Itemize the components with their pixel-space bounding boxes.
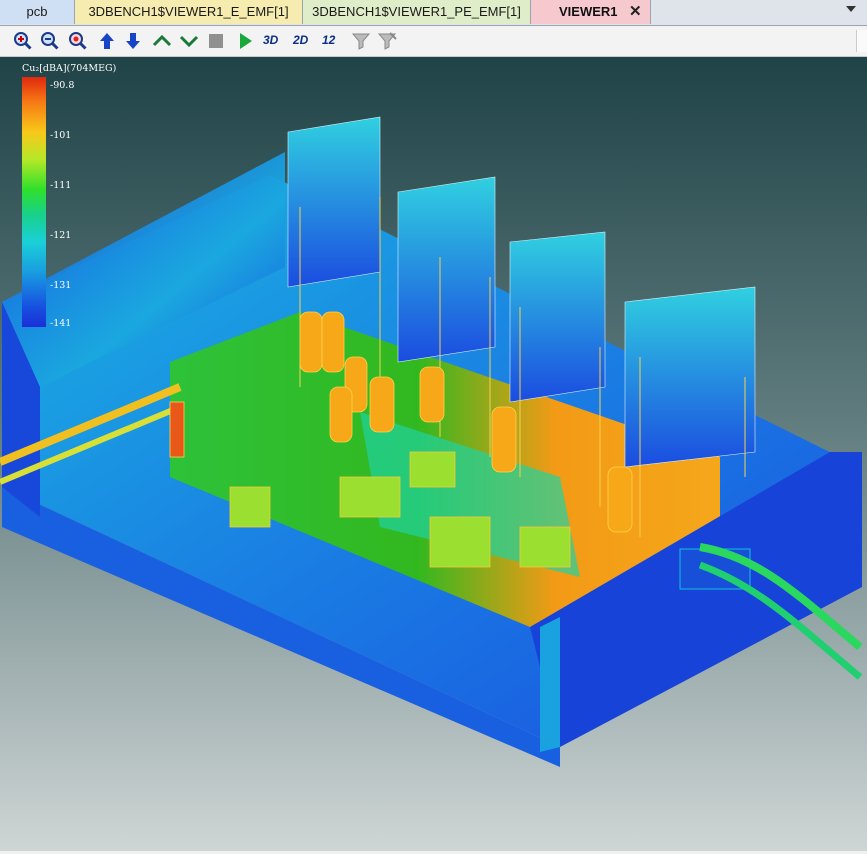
view-12-label: 12 xyxy=(322,33,336,47)
chevron-down-icon[interactable] xyxy=(846,6,856,12)
legend-colorbar xyxy=(22,77,46,327)
legend-tick: -141 xyxy=(50,318,72,329)
view-2d-label: 2D xyxy=(293,33,309,47)
legend-tick: -121 xyxy=(50,230,72,241)
legend-tick: -131 xyxy=(50,280,72,291)
tab-viewer1-pe-emf[interactable]: 3DBENCH1$VIEWER1_PE_EMF[1] xyxy=(303,0,531,24)
enclosure-corner xyxy=(540,617,560,752)
chevron-down-icon[interactable] xyxy=(178,30,200,52)
tab-viewer1-e-emf[interactable]: 3DBENCH1$VIEWER1_E_EMF[1] xyxy=(75,0,303,24)
legend-tick: -111 xyxy=(50,180,72,191)
tab-bar: pcb 3DBENCH1$VIEWER1_E_EMF[1] 3DBENCH1$V… xyxy=(0,0,867,26)
arrow-down-icon[interactable] xyxy=(122,30,144,52)
view-3d-label: 3D xyxy=(263,33,279,47)
zoom-reset-icon[interactable] xyxy=(67,30,89,52)
toolbar: 3D 2D 12 xyxy=(0,26,867,57)
stop-icon[interactable] xyxy=(205,30,227,52)
view-12-icon[interactable]: 12 xyxy=(320,30,342,52)
legend-title: Cu₂[dBA](704MEG) xyxy=(22,63,117,74)
legend-tick: -101 xyxy=(50,130,72,141)
filter-icon[interactable] xyxy=(350,30,372,52)
legend-tick: -90.8 xyxy=(50,80,75,91)
view-3d-icon[interactable]: 3D xyxy=(262,30,284,52)
filter-clear-icon[interactable] xyxy=(376,30,398,52)
view-2d-icon[interactable]: 2D xyxy=(292,30,314,52)
play-icon[interactable] xyxy=(234,30,256,52)
zoom-out-icon[interactable] xyxy=(39,30,61,52)
chevron-up-icon[interactable] xyxy=(151,30,173,52)
tab-label: VIEWER1 xyxy=(559,4,618,19)
tab-pcb[interactable]: pcb xyxy=(0,0,75,24)
zoom-in-icon[interactable] xyxy=(12,30,34,52)
close-icon[interactable]: ✕ xyxy=(629,0,645,24)
simulation-viewport[interactable]: Cu₂[dBA](704MEG) -90.8 -101 -111 -121 -1… xyxy=(0,57,867,854)
pcb-emf-3d-render xyxy=(0,116,863,767)
tab-label: 3DBENCH1$VIEWER1_E_EMF[1] xyxy=(88,4,289,19)
tab-viewer1[interactable]: VIEWER1 ✕ xyxy=(531,0,651,24)
tab-label: 3DBENCH1$VIEWER1_PE_EMF[1] xyxy=(312,4,521,19)
tab-label: pcb xyxy=(26,4,48,19)
arrow-up-icon[interactable] xyxy=(96,30,118,52)
viewer-window: pcb 3DBENCH1$VIEWER1_E_EMF[1] 3DBENCH1$V… xyxy=(0,0,867,854)
viewport-scrollbar[interactable] xyxy=(856,30,867,52)
